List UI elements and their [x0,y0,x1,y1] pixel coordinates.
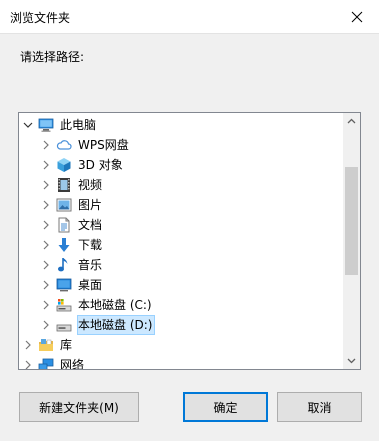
tree-item-videos[interactable]: 视频 [19,175,345,195]
tree-item-pictures[interactable]: 图片 [19,195,345,215]
pictures-icon [56,198,72,212]
tree-item-label: 文档 [78,218,103,232]
window-title: 浏览文件夹 [10,11,71,25]
chevron-right-icon[interactable] [40,199,52,211]
chevron-right-icon[interactable] [40,239,52,251]
drive-icon [56,324,72,332]
tree-item-label: 3D 对象 [78,158,123,172]
chevron-right-icon[interactable] [40,219,52,231]
tree-item-desktop[interactable]: 桌面 [19,275,345,295]
tree-item-drive-c[interactable]: 本地磁盘 (C:) [19,295,345,315]
cloud-icon [56,140,72,150]
chevron-right-icon[interactable] [40,139,52,151]
chevron-right-icon[interactable] [40,279,52,291]
tree-item-this-pc[interactable]: 此电脑 [19,115,345,135]
tree-item-downloads[interactable]: 下载 [19,235,345,255]
expand-chevron-icon[interactable] [22,119,34,131]
video-icon [58,178,70,192]
chevron-right-icon[interactable] [40,299,52,311]
tree-item-documents[interactable]: 文档 [19,215,345,235]
documents-icon [58,217,70,233]
ok-button[interactable]: 确定 [183,392,268,422]
scroll-thumb[interactable] [345,167,358,275]
tree-item-music[interactable]: 音乐 [19,255,345,275]
prompt-label: 请选择路径: [20,50,85,64]
chevron-down-icon [347,358,356,364]
tree-item-wps-drive[interactable]: WPS网盘 [19,135,345,155]
tree-item-network[interactable]: 网络 [19,355,345,370]
network-icon [38,358,54,369]
tree-item-label: 此电脑 [60,118,97,132]
chevron-right-icon[interactable] [40,259,52,271]
library-icon [39,339,53,351]
close-icon [351,11,362,22]
3d-objects-icon [57,158,71,172]
chevron-right-icon[interactable] [40,159,52,171]
title-bar: 浏览文件夹 [0,0,379,34]
chevron-right-icon[interactable] [22,339,34,351]
tree-item-label: 音乐 [78,258,103,272]
tree-item-label: 本地磁盘 (D:) [78,318,153,332]
chevron-right-icon[interactable] [40,319,52,331]
tree-item-label: 库 [60,338,73,352]
scroll-up-button[interactable] [343,113,360,130]
tree-item-label: 网络 [60,358,85,370]
computer-icon [38,118,54,132]
cancel-button[interactable]: 取消 [277,392,362,422]
desktop-icon [56,278,72,292]
music-icon [58,258,68,272]
tree-item-3d-objects[interactable]: 3D 对象 [19,155,345,175]
system-drive-icon [56,299,72,312]
tree-item-drive-d[interactable]: 本地磁盘 (D:) [19,315,345,335]
new-folder-button[interactable]: 新建文件夹(M) [19,392,139,422]
tree-item-label: 本地磁盘 (C:) [78,298,152,312]
tree-item-label: WPS网盘 [78,138,129,152]
chevron-right-icon[interactable] [40,179,52,191]
tree-item-label: 图片 [78,198,103,212]
tree-item-libraries[interactable]: 库 [19,335,345,355]
close-button[interactable] [334,0,379,33]
chevron-right-icon[interactable] [22,359,34,369]
vertical-scrollbar[interactable] [343,113,360,369]
chevron-up-icon [347,118,356,124]
tree-item-label: 桌面 [78,278,103,292]
scroll-down-button[interactable] [343,352,360,369]
tree-item-label: 下载 [78,238,103,252]
tree-item-label: 视频 [78,178,103,192]
download-icon [58,238,70,252]
folder-tree[interactable]: 此电脑 WPS网盘 3D 对象 视频 图片 文档 下载 音乐 桌面 本地磁盘 (… [18,112,361,370]
